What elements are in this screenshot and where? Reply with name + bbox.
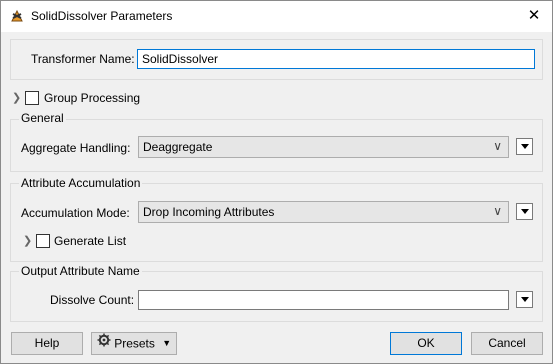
presets-button[interactable]: Presets ▼ [91,332,177,355]
generate-list-checkbox[interactable] [36,234,50,248]
presets-label: Presets [114,336,155,351]
accumulation-mode-select[interactable]: Drop Incoming Attributes ∨ [138,201,509,223]
aggregate-handling-label: Aggregate Handling: [21,141,131,155]
dissolve-count-input[interactable] [138,290,509,310]
general-section-title: General [19,111,66,125]
gear-icon [97,333,111,354]
transformer-name-input[interactable]: SolidDissolver [137,49,535,69]
dropdown-arrow-icon: ▼ [162,338,172,349]
dissolve-count-label: Dissolve Count: [50,293,135,307]
group-processing-checkbox[interactable] [25,91,39,105]
title-bar: SolidDissolver Parameters ✕ [1,1,552,32]
group-processing-label[interactable]: Group Processing [44,91,140,105]
ok-button[interactable]: OK [390,332,462,355]
attribute-accumulation-section-title: Attribute Accumulation [19,176,143,190]
cancel-button[interactable]: Cancel [471,332,543,355]
generate-list-expander-icon[interactable]: ❯ [23,234,32,247]
window-title: SolidDissolver Parameters [31,9,173,23]
transformer-name-group: Transformer Name: SolidDissolver [10,39,543,80]
help-button[interactable]: Help [11,332,83,355]
solid-dissolver-icon [9,8,25,24]
accumulation-mode-label: Accumulation Mode: [21,206,130,220]
close-icon[interactable]: ✕ [524,6,544,26]
accumulation-mode-menu-button[interactable] [516,203,533,220]
accumulation-mode-value: Drop Incoming Attributes [143,205,275,219]
chevron-down-icon: ∨ [493,204,502,218]
dissolve-count-menu-button[interactable] [516,291,533,308]
transformer-name-label: Transformer Name: [31,52,135,66]
chevron-down-icon: ∨ [493,139,502,153]
aggregate-handling-menu-button[interactable] [516,138,533,155]
output-attribute-section-title: Output Attribute Name [19,264,142,278]
generate-list-label[interactable]: Generate List [54,234,126,248]
aggregate-handling-value: Deaggregate [143,140,213,154]
group-processing-expander-icon[interactable]: ❯ [12,91,21,104]
dialog-window: SolidDissolver Parameters ✕ Transformer … [0,0,553,364]
aggregate-handling-select[interactable]: Deaggregate ∨ [138,136,509,158]
